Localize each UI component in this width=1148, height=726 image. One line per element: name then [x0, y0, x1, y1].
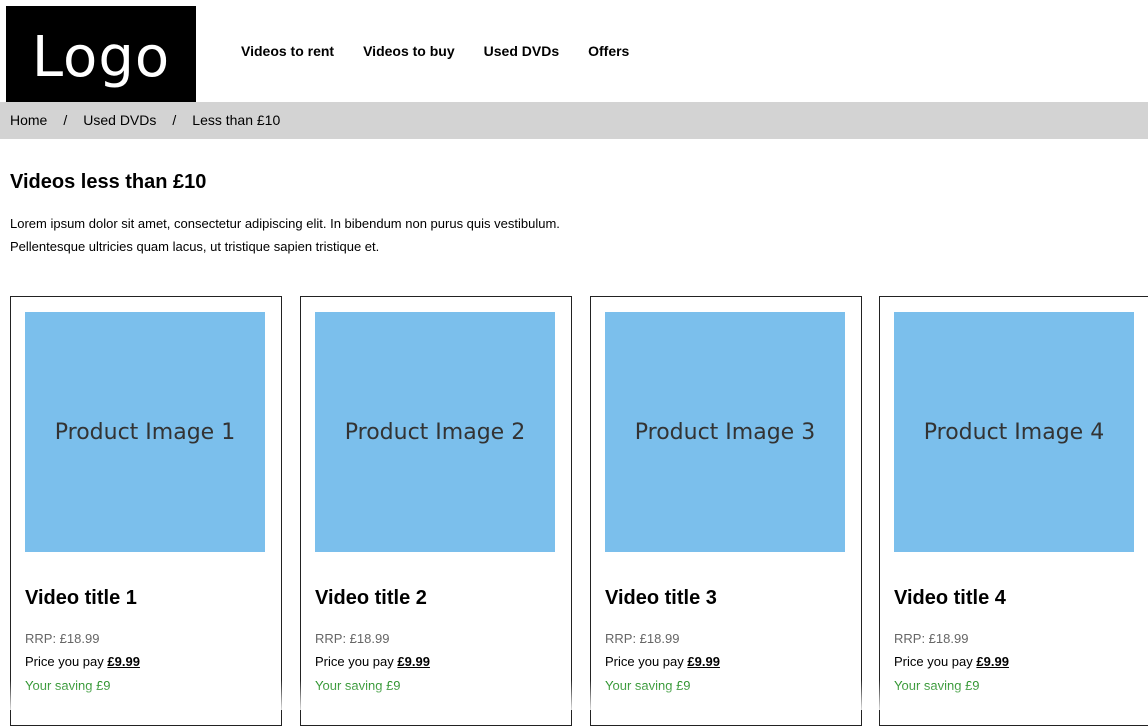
breadcrumb-home[interactable]: Home: [10, 112, 47, 128]
product-rrp: RRP: £18.99: [315, 631, 390, 646]
product-price: £9.99: [687, 654, 720, 669]
product-title[interactable]: Video title 1: [25, 587, 137, 610]
product-card[interactable]: Product Image 4 Video title 4 RRP: £18.9…: [879, 296, 1148, 726]
product-title[interactable]: Video title 2: [315, 587, 427, 610]
breadcrumb: Home / Used DVDs / Less than £10: [0, 102, 1148, 139]
product-rrp: RRP: £18.99: [25, 631, 100, 646]
price-label: Price you pay: [605, 654, 684, 669]
product-saving: Your saving £9: [25, 678, 111, 693]
product-title[interactable]: Video title 3: [605, 587, 717, 610]
price-label: Price you pay: [894, 654, 973, 669]
product-image[interactable]: Product Image 2: [315, 312, 555, 552]
product-saving: Your saving £9: [605, 678, 691, 693]
intro-text: Lorem ipsum dolor sit amet, consectetur …: [10, 216, 560, 254]
product-price-line: Price you pay £9.99: [315, 654, 430, 669]
product-image[interactable]: Product Image 4: [894, 312, 1134, 552]
product-price: £9.99: [107, 654, 140, 669]
product-title[interactable]: Video title 4: [894, 587, 1006, 610]
product-card[interactable]: Product Image 1 Video title 1 RRP: £18.9…: [10, 296, 282, 726]
product-price-line: Price you pay £9.99: [605, 654, 720, 669]
product-image[interactable]: Product Image 3: [605, 312, 845, 552]
product-saving: Your saving £9: [315, 678, 401, 693]
product-price: £9.99: [976, 654, 1009, 669]
nav-offers[interactable]: Offers: [588, 43, 629, 59]
product-rrp: RRP: £18.99: [894, 631, 969, 646]
product-rrp: RRP: £18.99: [605, 631, 680, 646]
product-card[interactable]: Product Image 3 Video title 3 RRP: £18.9…: [590, 296, 862, 726]
site-header: Logo Videos to rent Videos to buy Used D…: [0, 0, 1148, 102]
nav-videos-to-buy[interactable]: Videos to buy: [363, 43, 455, 59]
product-price-line: Price you pay £9.99: [894, 654, 1009, 669]
breadcrumb-current: Less than £10: [192, 112, 281, 128]
product-price: £9.99: [397, 654, 430, 669]
product-price-line: Price you pay £9.99: [25, 654, 140, 669]
main-nav: Videos to rent Videos to buy Used DVDs O…: [241, 43, 658, 59]
nav-used-dvds[interactable]: Used DVDs: [484, 43, 559, 59]
price-label: Price you pay: [315, 654, 394, 669]
product-saving: Your saving £9: [894, 678, 980, 693]
site-logo[interactable]: Logo: [6, 6, 196, 102]
breadcrumb-used-dvds[interactable]: Used DVDs: [83, 112, 156, 128]
price-label: Price you pay: [25, 654, 104, 669]
product-image[interactable]: Product Image 1: [25, 312, 265, 552]
breadcrumb-separator: /: [63, 112, 68, 128]
page-title: Videos less than £10: [10, 171, 207, 193]
breadcrumb-separator: /: [172, 112, 177, 128]
product-card[interactable]: Product Image 2 Video title 2 RRP: £18.9…: [300, 296, 572, 726]
nav-videos-to-rent[interactable]: Videos to rent: [241, 43, 334, 59]
